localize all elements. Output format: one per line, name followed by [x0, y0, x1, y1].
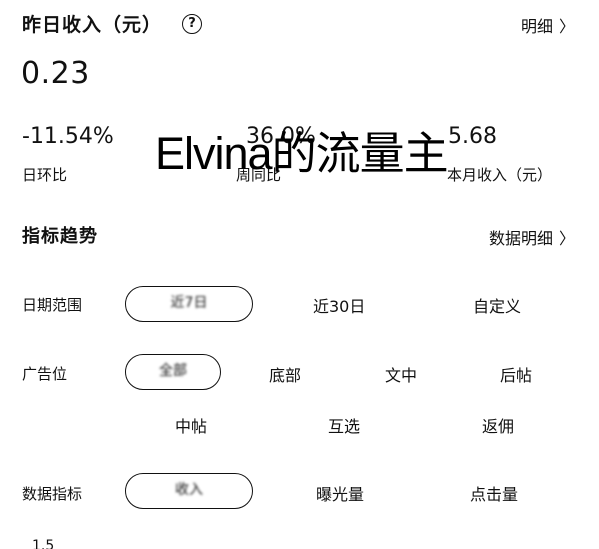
date-range-selected-text: 近7日: [170, 295, 208, 311]
ad-position-option-mutual[interactable]: 互选: [328, 413, 360, 437]
date-range-option-custom[interactable]: 自定义: [473, 293, 521, 317]
day-over-day-value: -11.54%: [22, 124, 114, 149]
income-detail-label: 明细: [520, 17, 553, 36]
date-range-label: 日期范围: [22, 296, 83, 314]
chevron-right-icon: 〉: [558, 229, 575, 248]
chevron-right-icon: 〉: [558, 17, 575, 36]
date-range-selected-pill[interactable]: 近7日: [125, 286, 253, 322]
data-detail-link[interactable]: 数据明细〉: [489, 225, 575, 249]
metric-selected-pill[interactable]: 收入: [125, 473, 253, 509]
day-over-day-label: 日环比: [22, 166, 68, 184]
month-income-value: 5.68: [448, 124, 497, 149]
month-income-label: 本月收入（元）: [447, 166, 553, 184]
metric-option-clicks[interactable]: 点击量: [470, 481, 518, 505]
ad-position-option-bottom[interactable]: 底部: [269, 362, 301, 386]
ad-position-selected-pill[interactable]: 全部: [125, 354, 221, 390]
page-title: 昨日收入（元）: [22, 14, 163, 36]
ad-position-option-in-article[interactable]: 文中: [385, 362, 417, 386]
watermark-text: Elvina的流量主: [155, 128, 449, 179]
yesterday-income-value: 0.23: [21, 56, 90, 91]
metric-option-impressions[interactable]: 曝光量: [316, 481, 364, 505]
trend-section-title: 指标趋势: [22, 226, 98, 247]
metric-selected-text: 收入: [175, 482, 203, 498]
ad-position-option-rebate[interactable]: 返佣: [482, 413, 514, 437]
ad-position-option-middle[interactable]: 中帖: [175, 413, 207, 437]
chart-y-axis-tick: 1.5: [32, 538, 55, 549]
ad-position-selected-text: 全部: [159, 363, 187, 379]
help-icon[interactable]: ?: [182, 14, 202, 34]
income-detail-link[interactable]: 明细〉: [521, 13, 575, 37]
metric-label: 数据指标: [22, 485, 83, 503]
ad-position-option-end[interactable]: 后帖: [500, 362, 532, 386]
data-detail-label: 数据明细: [488, 229, 553, 248]
date-range-option-30d[interactable]: 近30日: [313, 293, 365, 317]
ad-position-label: 广告位: [22, 365, 68, 383]
